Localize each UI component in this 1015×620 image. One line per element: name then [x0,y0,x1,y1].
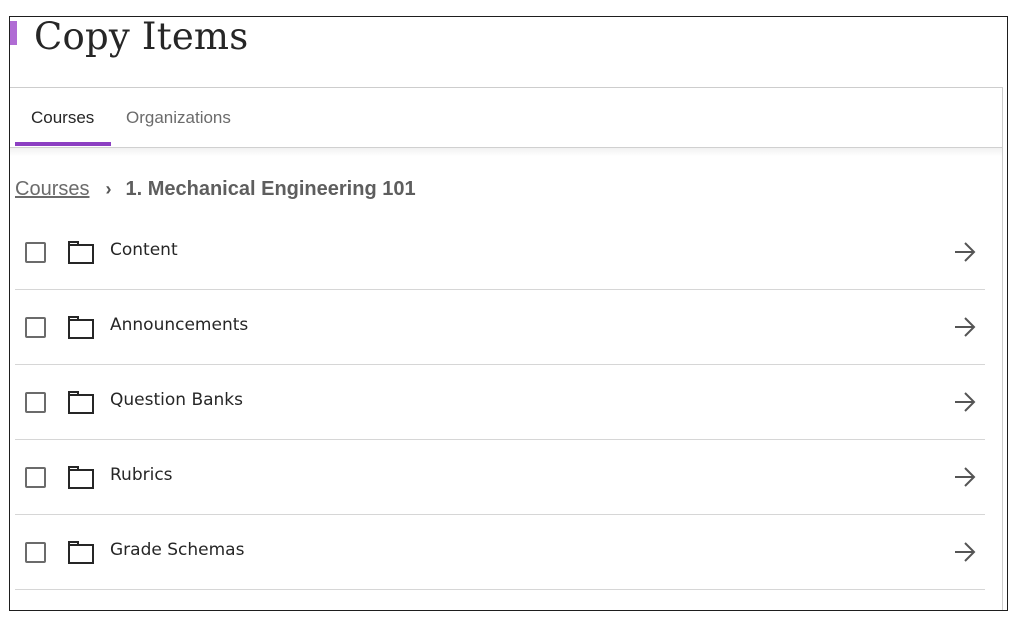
list-item-label: Content [110,240,178,260]
folder-icon [68,466,94,489]
item-list: Content Announcements Question Banks Rub… [15,215,985,590]
list-item-label: Grade Schemas [110,540,245,560]
list-item[interactable]: Rubrics [15,440,985,515]
tabs-panel: Courses Organizations Courses › 1. Mecha… [10,87,1003,610]
arrow-right-icon[interactable] [953,466,977,488]
list-item[interactable]: Announcements [15,290,985,365]
item-checkbox[interactable] [25,542,46,563]
item-checkbox[interactable] [25,467,46,488]
tab-courses[interactable]: Courses [31,108,94,128]
arrow-right-icon[interactable] [953,391,977,413]
copy-items-panel: Copy Items Courses Organizations Courses… [9,16,1008,611]
active-tab-indicator [15,142,111,146]
item-checkbox[interactable] [25,392,46,413]
tab-shadow [10,148,1002,156]
arrow-right-icon[interactable] [953,541,977,563]
folder-icon [68,316,94,339]
item-checkbox[interactable] [25,317,46,338]
list-item[interactable]: Content [15,215,985,290]
arrow-right-icon[interactable] [953,316,977,338]
tab-organizations[interactable]: Organizations [126,108,231,128]
item-checkbox[interactable] [25,242,46,263]
tab-bar: Courses Organizations [10,88,1002,148]
breadcrumb-link-courses[interactable]: Courses [15,178,89,201]
list-item-label: Rubrics [110,465,173,485]
folder-icon [68,391,94,414]
list-item-label: Question Banks [110,390,243,410]
breadcrumb: Courses › 1. Mechanical Engineering 101 [15,178,416,201]
folder-icon [68,241,94,264]
chevron-right-icon: › [105,179,112,199]
breadcrumb-current: 1. Mechanical Engineering 101 [125,178,416,200]
accent-bar [10,21,17,45]
list-item[interactable]: Question Banks [15,365,985,440]
list-item[interactable]: Grade Schemas [15,515,985,590]
page-title: Copy Items [34,16,249,58]
list-item-label: Announcements [110,315,249,335]
arrow-right-icon[interactable] [953,241,977,263]
folder-icon [68,541,94,564]
